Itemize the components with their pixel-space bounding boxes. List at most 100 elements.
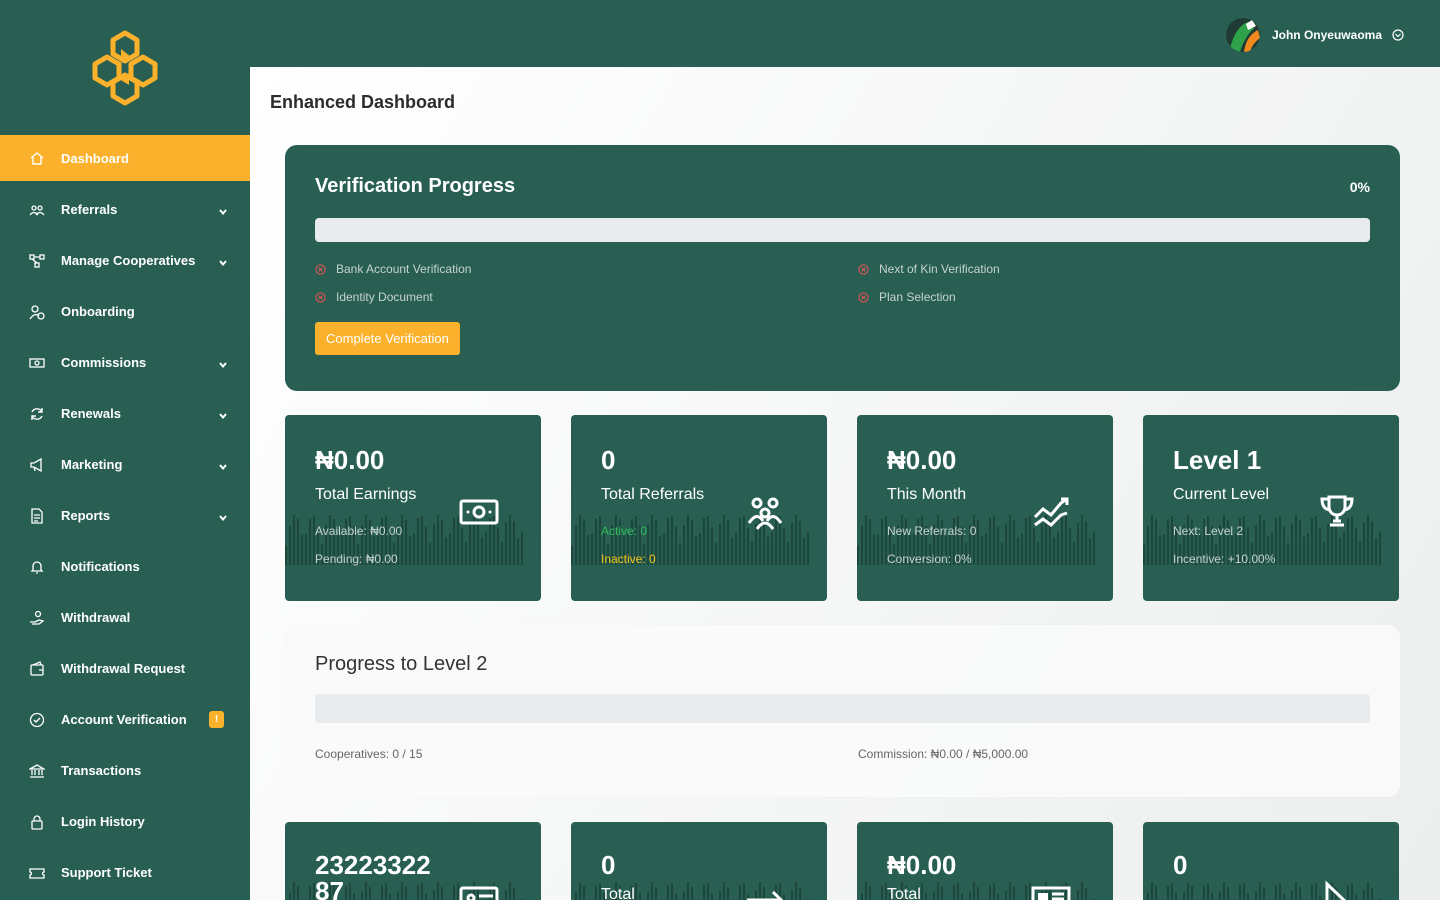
sidebar-item-label: Manage Cooperatives [61,253,196,268]
avatar[interactable] [1225,18,1260,52]
verification-check-label: Plan Selection [879,290,956,304]
stat-card: ₦0.00 This Month New Referrals: 0 Conversio… [857,415,1113,601]
bank-icon [28,762,46,780]
sidebar-item-label: Withdrawal [61,610,131,625]
chevron-down-icon[interactable] [218,411,228,421]
stat-sub-secondary: Conversion: 0% [887,552,972,566]
stat-sub-secondary: Inactive: 0 [601,552,656,566]
user-menu[interactable]: John Onyeuwaoma [1225,18,1404,52]
chevron-down-icon[interactable] [218,258,228,268]
sidebar-item-login-history[interactable]: Login History [0,796,250,847]
stat-sub-secondary: Incentive: +10.00% [1173,552,1276,566]
level-progress-card: Progress to Level 2 Cooperatives: 0 / 15… [285,625,1400,797]
level-progress-bar [315,694,1370,723]
refresh-icon [28,405,46,423]
sidebar-item-account-verification[interactable]: Account Verification! [0,694,250,745]
sidebar-item-label: Notifications [61,559,140,574]
chevron-circle-down-icon[interactable] [1392,29,1404,41]
x-circle-icon [858,263,869,275]
sidebar-item-label: Reports [61,508,111,523]
sidebar-item-label: Login History [61,814,145,829]
sidebar-item-label: Account Verification [61,712,187,727]
verification-percent: 0% [1349,179,1370,195]
sidebar-item-label: Onboarding [61,304,135,319]
money-icon [28,354,46,372]
verification-checklist: Bank Account Verification Next of Kin Ver… [315,262,1370,304]
sidebar-item-withdrawal[interactable]: Withdrawal [0,592,250,643]
stat-value: ₦0.00 [887,445,957,475]
sidebar-item-commissions[interactable]: Commissions [0,337,250,388]
chevron-down-icon[interactable] [218,462,228,472]
sidebar-item-dashboard[interactable]: Dashboard [0,135,250,181]
sidebar-item-withdrawal-request[interactable]: Withdrawal Request [0,643,250,694]
bell-icon [28,558,46,576]
chevron-down-icon[interactable] [218,513,228,523]
trophy-icon [1320,495,1354,527]
stat-value: 2322332287 [315,850,431,900]
trend-icon [1033,497,1069,527]
sidebar-item-reports[interactable]: Reports [0,490,250,541]
home-icon [28,149,46,167]
id-card-icon [459,886,499,900]
sidebar-item-label: Referrals [61,202,118,217]
sidebar-item-label: Transactions [61,763,142,778]
verification-card: Verification Progress 0% Bank Account Ve… [285,145,1400,391]
sidebar-nav: Dashboard Referrals Manage Cooperatives Onb… [0,135,250,898]
logo[interactable] [0,0,250,135]
x-circle-icon [315,291,326,303]
sidebar-item-label: Renewals [61,406,121,421]
stat-value: Level 1 [1173,445,1262,475]
main-content: Enhanced Dashboard Verification Progress… [250,67,1440,900]
chevron-down-icon[interactable] [218,360,228,370]
stat-value: ₦0.00 [315,445,385,475]
stat-sub-secondary: Pending: ₦0.00 [315,552,398,566]
sidebar-item-transactions[interactable]: Transactions [0,745,250,796]
complete-verification-button[interactable]: Complete Verification [315,322,460,355]
stat-card: 0 Total Referrals Active: 0 Inactive: 0 [571,415,827,601]
wallet-icon [28,660,46,678]
sidebar-item-onboarding[interactable]: Onboarding [0,286,250,337]
stats-row-secondary: 2322332287Total 0Total ₦0.00Total 0 [285,822,1400,900]
user-name[interactable]: John Onyeuwaoma [1272,28,1382,42]
brand-logo-icon [92,30,158,105]
verification-check-item: Bank Account Verification [315,262,858,276]
ticket-icon [28,864,46,882]
sidebar-item-referrals[interactable]: Referrals [0,184,250,235]
document-icon [28,507,46,525]
x-circle-icon [315,263,326,275]
user-add-icon [28,303,46,321]
page-title: Enhanced Dashboard [270,92,456,112]
verification-check-label: Next of Kin Verification [879,262,1000,276]
check-circle-icon [28,711,46,729]
verification-check-item: Next of Kin Verification [858,262,1358,276]
group-icon [747,497,783,530]
verification-check-item: Identity Document [315,290,858,304]
stats-row: ₦0.00 Total Earnings Available: ₦0.00 Pendi… [285,415,1400,601]
sidebar: Dashboard Referrals Manage Cooperatives Onb… [0,0,250,900]
stat-value: 0 [601,850,616,880]
verification-progress-bar [315,218,1370,242]
sidebar-item-marketing[interactable]: Marketing [0,439,250,490]
top-header: John Onyeuwaoma [250,0,1440,67]
stat-value: ₦0.00 [887,850,957,880]
sidebar-item-renewals[interactable]: Renewals [0,388,250,439]
sidebar-item-manage-cooperatives[interactable]: Manage Cooperatives [0,235,250,286]
stat-card-secondary: 2322332287Total [285,822,541,900]
stat-card-secondary: ₦0.00 Total [857,822,1113,900]
sidebar-item-notifications[interactable]: Notifications [0,541,250,592]
hand-coin-icon [28,609,46,627]
users-icon [28,201,46,219]
sidebar-item-support-ticket[interactable]: Support Ticket [0,847,250,898]
verification-check-item: Plan Selection [858,290,1358,304]
cursor-icon [1325,880,1347,900]
stat-card: Level 1 Current Level Next: Level 2 Incenti… [1143,415,1399,601]
sidebar-item-label: Commissions [61,355,147,370]
sidebar-item-label: Support Ticket [61,865,152,880]
chevron-down-icon[interactable] [218,207,228,217]
cash-icon [459,499,499,525]
megaphone-icon [28,456,46,474]
newspaper-icon [1031,886,1071,900]
commission-progress: Commission: ₦0.00 / ₦5,000.00 [858,747,1029,761]
warning-badge: ! [209,711,224,728]
lock-icon [28,813,46,831]
